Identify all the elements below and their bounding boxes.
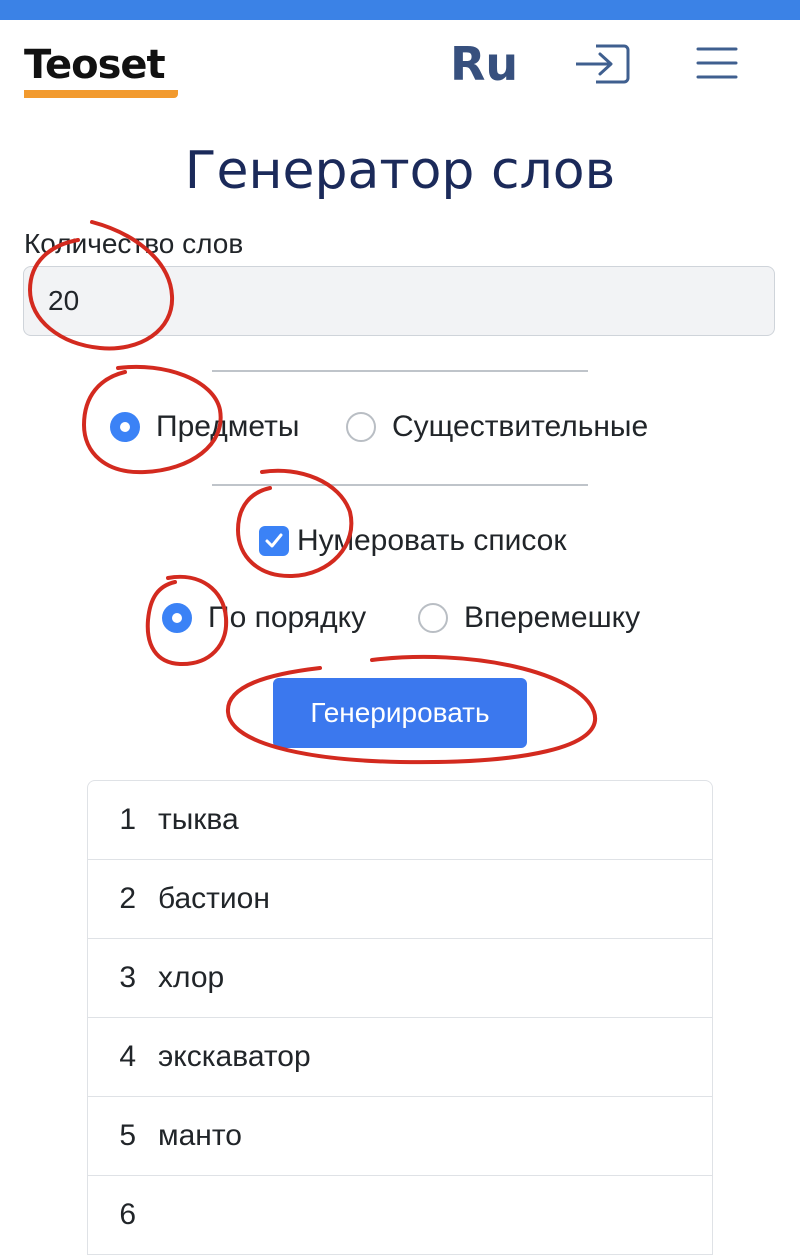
list-item-word: хлор <box>158 961 225 994</box>
list-item-number: 6 <box>119 1198 136 1231</box>
list-item-number: 3 <box>119 961 136 994</box>
radio-in-order-label: По порядку <box>208 601 367 634</box>
checkbox-checked-icon[interactable] <box>259 526 289 556</box>
list-item: 5 манто <box>88 1097 712 1176</box>
hamburger-menu-icon[interactable] <box>696 46 738 80</box>
divider-top <box>212 370 588 372</box>
login-icon[interactable] <box>574 42 630 86</box>
list-item-word: экскаватор <box>158 1040 311 1073</box>
logo-text: Teoset <box>24 42 166 88</box>
numbering-checkbox[interactable]: Нумеровать список <box>259 521 567 561</box>
list-item-number: 5 <box>119 1119 136 1152</box>
list-item-number: 1 <box>119 803 136 836</box>
browser-top-strip <box>0 0 800 20</box>
page-title: Генератор слов <box>184 141 616 201</box>
radio-nouns-label: Существительные <box>392 410 649 443</box>
list-item-word: тыква <box>158 803 239 836</box>
radio-objects[interactable]: Предметы <box>110 407 299 447</box>
logo-underline <box>24 90 178 98</box>
word-count-label: Количество слов <box>24 228 244 259</box>
site-logo[interactable]: Teoset <box>24 42 178 98</box>
list-item: 4 экскаватор <box>88 1018 712 1097</box>
language-switch[interactable]: Ru <box>450 38 518 90</box>
list-item: 3 хлор <box>88 939 712 1018</box>
list-item: 6 <box>88 1176 712 1255</box>
radio-nouns-indicator[interactable] <box>346 412 376 442</box>
word-count-input[interactable] <box>23 266 775 336</box>
radio-shuffled[interactable]: Вперемешку <box>418 598 640 638</box>
list-item-number: 4 <box>119 1040 136 1073</box>
list-item-number: 2 <box>119 882 136 915</box>
radio-in-order-indicator[interactable] <box>162 603 192 633</box>
list-item-word: манто <box>158 1119 242 1152</box>
numbering-label: Нумеровать список <box>297 524 567 557</box>
word-list: 1 тыква 2 бастион 3 хлор 4 экскаватор 5 … <box>87 780 713 1255</box>
generate-button[interactable]: Генерировать <box>273 678 527 748</box>
radio-shuffled-indicator[interactable] <box>418 603 448 633</box>
list-item: 1 тыква <box>88 781 712 860</box>
radio-objects-label: Предметы <box>156 410 300 443</box>
list-item-word: бастион <box>158 882 270 915</box>
radio-nouns[interactable]: Существительные <box>346 407 648 447</box>
list-item: 2 бастион <box>88 860 712 939</box>
site-header: Teoset Ru <box>0 20 800 110</box>
radio-objects-indicator[interactable] <box>110 412 140 442</box>
divider-middle <box>212 484 588 486</box>
radio-in-order[interactable]: По порядку <box>162 598 366 638</box>
radio-shuffled-label: Вперемешку <box>464 601 641 634</box>
